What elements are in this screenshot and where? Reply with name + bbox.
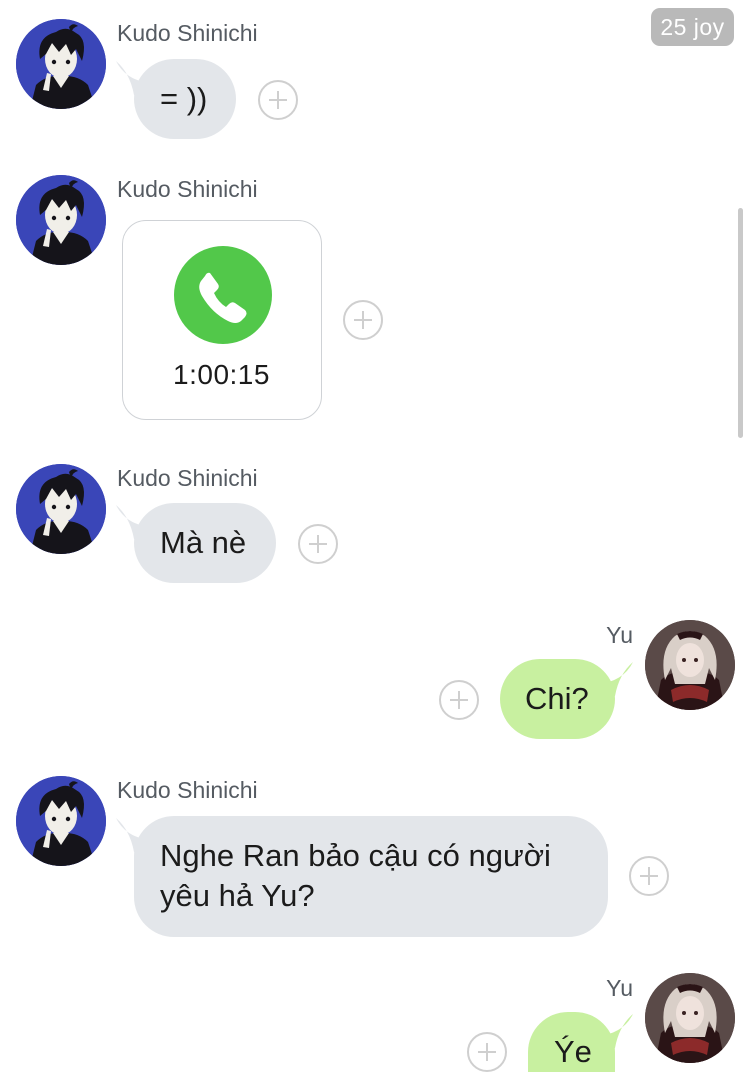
message-text: = )) (160, 81, 208, 116)
message-text-line-1: Nghe Ran bảo cậu có người (160, 838, 551, 873)
add-reaction-icon[interactable] (258, 80, 298, 120)
message-text-line-2: yêu hả Yu? (160, 878, 315, 913)
add-reaction-icon[interactable] (439, 680, 479, 720)
sender-name: Yu (606, 622, 633, 648)
avatar-yu[interactable] (645, 973, 735, 1063)
unread-badge[interactable]: 25 joy (651, 8, 734, 46)
message-text: Ýe (554, 1034, 592, 1069)
sender-name: Kudo Shinichi (117, 777, 258, 803)
avatar-kudo-shinichi[interactable] (16, 19, 106, 109)
message-text: Chi? (525, 681, 589, 716)
message-text: Mà nè (160, 525, 247, 560)
message-bubble[interactable]: = )) (134, 59, 236, 139)
scrollbar[interactable] (738, 208, 743, 438)
avatar-kudo-shinichi[interactable] (16, 776, 106, 866)
avatar-yu[interactable] (645, 620, 735, 710)
add-reaction-icon[interactable] (629, 856, 669, 896)
sender-name: Kudo Shinichi (117, 465, 258, 491)
sender-name: Kudo Shinichi (117, 20, 258, 46)
call-duration: 1:00:15 (173, 359, 270, 390)
call-card[interactable]: 1:00:15 (122, 220, 322, 420)
message-bubble[interactable]: Chi? (500, 659, 615, 739)
add-reaction-icon[interactable] (298, 524, 338, 564)
add-reaction-icon[interactable] (343, 300, 383, 340)
phone-icon (174, 246, 272, 344)
avatar-kudo-shinichi[interactable] (16, 175, 106, 265)
sender-name: Kudo Shinichi (117, 176, 258, 202)
sender-name: Yu (606, 975, 633, 1001)
message-bubble[interactable]: Nghe Ran bảo cậu có người yêu hả Yu? (134, 816, 608, 937)
avatar-kudo-shinichi[interactable] (16, 464, 106, 554)
message-bubble[interactable]: Mà nè (134, 503, 276, 583)
chat-thread[interactable]: 25 joy Kudo Shinichi = )) Kudo Shinichi … (0, 0, 750, 1072)
add-reaction-icon[interactable] (467, 1032, 507, 1072)
